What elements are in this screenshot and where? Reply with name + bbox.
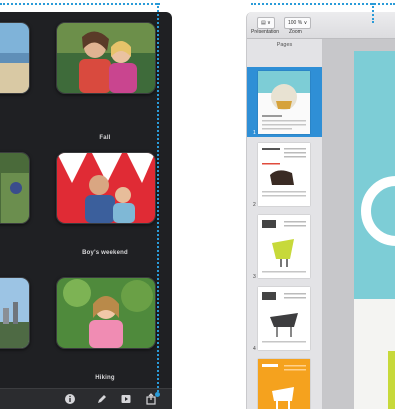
page-thumbnail-1[interactable]: [258, 71, 310, 134]
album-label: Boy's weekend: [82, 250, 128, 256]
page-thumbnail-4[interactable]: [258, 287, 310, 350]
page-preview: [262, 148, 306, 197]
guide-line-vertical-left: [157, 3, 159, 395]
album-thumbnail-boys-weekend[interactable]: [56, 152, 156, 224]
album-thumbnail-hiking[interactable]: [56, 277, 156, 349]
page-preview: [262, 292, 306, 343]
album-thumbnail[interactable]: [0, 277, 30, 349]
page-number: 3: [253, 274, 256, 280]
album-photo: [0, 278, 29, 348]
page-number: 4: [253, 346, 256, 352]
page-canvas-preview[interactable]: [354, 51, 395, 409]
zoom-label: Zoom: [289, 29, 302, 35]
album-thumbnail[interactable]: [0, 152, 30, 224]
pages-sidebar: Pages 1 2 3 4: [247, 39, 323, 409]
album-photo: [57, 153, 155, 223]
album-photo: [0, 153, 29, 223]
zoom-popup[interactable]: 100 % ∨: [284, 17, 312, 29]
guide-line-vertical-right: [372, 3, 374, 23]
page-number: 1: [253, 130, 256, 136]
presentation-label: Présentation: [251, 29, 280, 35]
slideshow-icon[interactable]: [120, 393, 132, 405]
info-icon[interactable]: [64, 393, 76, 405]
pages-header: Pages: [276, 42, 293, 48]
pencil-icon[interactable]: [96, 393, 108, 405]
page-preview: [258, 71, 310, 134]
page-thumbnail-5[interactable]: [258, 359, 310, 409]
photos-window: Fall Boy's weekend Hiking: [0, 12, 172, 409]
page-number: 2: [253, 202, 256, 208]
page-preview: [258, 359, 310, 409]
view-menu-button[interactable]: ▤ ∨: [257, 17, 275, 29]
guide-endpoint: [155, 392, 160, 397]
album-photo: [0, 23, 29, 93]
document-window: ▤ ∨ 100 % ∨ Présentation Zoom Pages 1 2 …: [246, 12, 395, 409]
album-thumbnail-fall[interactable]: [56, 22, 156, 94]
album-photo: [57, 278, 155, 348]
guide-line-horizontal-left: [0, 3, 160, 5]
album-label: Fall: [99, 135, 111, 141]
page-preview: [262, 220, 306, 273]
page-thumbnail-3[interactable]: [258, 215, 310, 278]
page-thumbnail-2[interactable]: [258, 143, 310, 206]
page-artwork: [354, 51, 395, 409]
album-photo: [57, 23, 155, 93]
album-label: Hiking: [95, 375, 115, 381]
document-canvas: [323, 39, 395, 409]
album-thumbnail[interactable]: [0, 22, 30, 94]
photos-toolbar: [0, 388, 172, 409]
